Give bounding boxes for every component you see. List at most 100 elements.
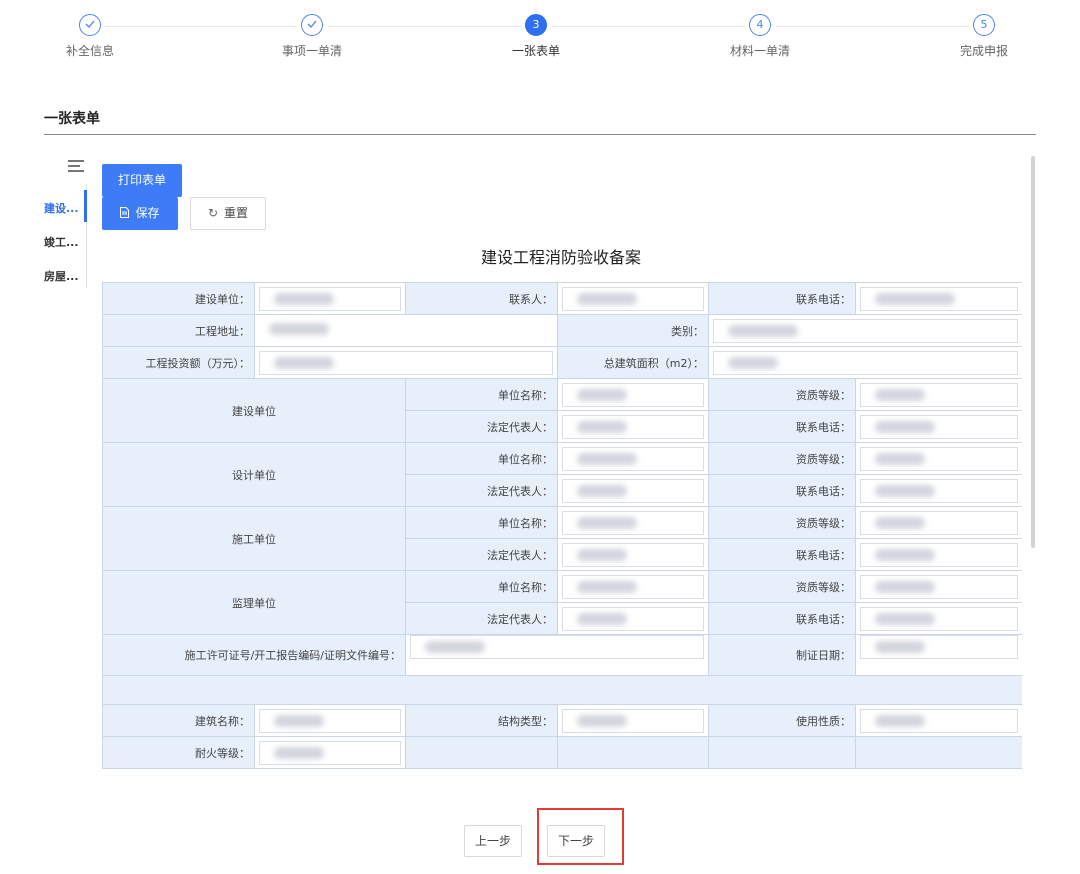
- build-unit-name-input[interactable]: [562, 382, 704, 407]
- design-qualification-input[interactable]: [860, 446, 1018, 471]
- prev-step-button[interactable]: 上一步: [464, 825, 522, 857]
- save-button-label: 保存: [135, 206, 160, 220]
- field-label: 法定代表人：: [405, 602, 558, 635]
- section-divider: [44, 134, 1036, 135]
- step-number: 4: [749, 14, 771, 36]
- field-label: 制证日期：: [708, 634, 856, 676]
- reset-button-label: 重置: [224, 206, 249, 220]
- print-button-label: 打印表单: [117, 173, 166, 187]
- org-title-supervision: 监理单位: [102, 570, 406, 635]
- nav-item-completion[interactable]: 竣工...: [44, 234, 79, 250]
- field-label: 结构类型：: [405, 704, 558, 737]
- check-icon: [301, 14, 323, 36]
- step-number: 3: [525, 14, 547, 36]
- menu-icon[interactable]: [68, 160, 84, 172]
- supervision-unit-name-input[interactable]: [562, 574, 704, 599]
- field-label: 工程地址：: [102, 314, 255, 347]
- section-title: 一张表单: [44, 111, 100, 127]
- permit-number-input[interactable]: [410, 635, 704, 659]
- field-label: 联系电话：: [708, 538, 856, 571]
- design-phone-input[interactable]: [860, 478, 1018, 503]
- address-input[interactable]: [254, 314, 558, 347]
- supervision-qualification-input[interactable]: [860, 574, 1018, 599]
- construction-legal-rep-input[interactable]: [562, 542, 704, 567]
- step-3[interactable]: 3 一张表单: [476, 14, 596, 59]
- design-unit-name-input[interactable]: [562, 446, 704, 471]
- field-label: 耐火等级：: [102, 736, 255, 769]
- usage-input[interactable]: [860, 708, 1018, 733]
- step-number: 5: [973, 14, 995, 36]
- structure-type-input[interactable]: [562, 708, 704, 733]
- field-label: 联系电话：: [708, 410, 856, 443]
- field-label: 单位名称：: [405, 506, 558, 539]
- build-phone-input[interactable]: [860, 414, 1018, 439]
- step-label: 补全信息: [65, 44, 114, 58]
- field-label: 工程投资额（万元）：: [102, 346, 255, 379]
- investment-input[interactable]: [259, 350, 553, 375]
- building-name-input[interactable]: [259, 708, 401, 733]
- construction-qualification-input[interactable]: [860, 510, 1018, 535]
- contact-input[interactable]: [562, 286, 704, 311]
- field-label: 资质等级：: [708, 506, 856, 539]
- field-label: 联系电话：: [708, 282, 856, 315]
- org-title-build: 建设单位: [102, 378, 406, 443]
- step-2[interactable]: 事项一单清: [252, 14, 372, 59]
- step-4[interactable]: 4 材料一单清: [700, 14, 820, 59]
- check-icon: [79, 14, 101, 36]
- field-label: 法定代表人：: [405, 410, 558, 443]
- org-title-construction: 施工单位: [102, 506, 406, 571]
- fire-rating-input[interactable]: [259, 740, 401, 765]
- field-label: 建设单位：: [102, 282, 255, 315]
- form-table: 建设单位： 联系人： 联系电话： 工程地址： 类别： 工程投资额（万元）： 总建…: [102, 282, 1022, 769]
- field-label: 联系电话：: [708, 602, 856, 635]
- step-5[interactable]: 5 完成申报: [924, 14, 1044, 59]
- form-title: 建设工程消防验收备案: [480, 248, 641, 267]
- field-label: 联系人：: [405, 282, 558, 315]
- construction-unit-name-input[interactable]: [562, 510, 704, 535]
- field-label: 法定代表人：: [405, 474, 558, 507]
- field-label: 资质等级：: [708, 570, 856, 603]
- save-button[interactable]: 保存: [102, 197, 178, 230]
- prev-button-label: 上一步: [474, 834, 511, 848]
- field-label: 单位名称：: [405, 378, 558, 411]
- phone-input[interactable]: [860, 286, 1018, 311]
- vertical-scrollbar[interactable]: [1031, 156, 1035, 548]
- next-step-highlight-box: [537, 808, 624, 865]
- design-legal-rep-input[interactable]: [562, 478, 704, 503]
- field-label: 法定代表人：: [405, 538, 558, 571]
- issue-date-input[interactable]: [860, 635, 1018, 659]
- org-title-design: 设计单位: [102, 442, 406, 507]
- supervision-legal-rep-input[interactable]: [562, 606, 704, 631]
- step-label: 一张表单: [511, 44, 560, 58]
- field-label: 类别：: [557, 314, 709, 347]
- nav-item-house[interactable]: 房屋...: [44, 268, 79, 284]
- field-label: 建筑名称：: [102, 704, 255, 737]
- field-label: 资质等级：: [708, 378, 856, 411]
- step-label: 事项一单清: [281, 44, 342, 58]
- field-label: 总建筑面积（m2）：: [557, 346, 709, 379]
- field-label: 使用性质：: [708, 704, 856, 737]
- supervision-phone-input[interactable]: [860, 606, 1018, 631]
- step-1[interactable]: 补全信息: [30, 14, 150, 59]
- construction-phone-input[interactable]: [860, 542, 1018, 567]
- nav-active-indicator: [84, 190, 87, 222]
- field-label: 单位名称：: [405, 442, 558, 475]
- category-input[interactable]: [713, 318, 1018, 343]
- step-label: 完成申报: [959, 44, 1008, 58]
- document-icon: [120, 198, 130, 229]
- reset-button[interactable]: ↻ 重置: [190, 197, 266, 230]
- nav-item-construction[interactable]: 建设...: [44, 200, 79, 216]
- field-label: 单位名称：: [405, 570, 558, 603]
- build-qualification-input[interactable]: [860, 382, 1018, 407]
- field-label: 资质等级：: [708, 442, 856, 475]
- field-label: 联系电话：: [708, 474, 856, 507]
- refresh-icon: ↻: [207, 206, 219, 220]
- form-container: 建设单位： 联系人： 联系电话： 工程地址： 类别： 工程投资额（万元）： 总建…: [102, 282, 1022, 776]
- step-label: 材料一单清: [729, 44, 790, 58]
- section-spacer: [102, 675, 1022, 705]
- area-input[interactable]: [713, 350, 1018, 375]
- steps-bar: 补全信息 事项一单清 3 一张表单 4 材料一单清 5 完成申报: [0, 0, 1080, 70]
- print-form-button[interactable]: 打印表单: [102, 164, 182, 197]
- build-legal-rep-input[interactable]: [562, 414, 704, 439]
- build-unit-input[interactable]: [259, 286, 401, 311]
